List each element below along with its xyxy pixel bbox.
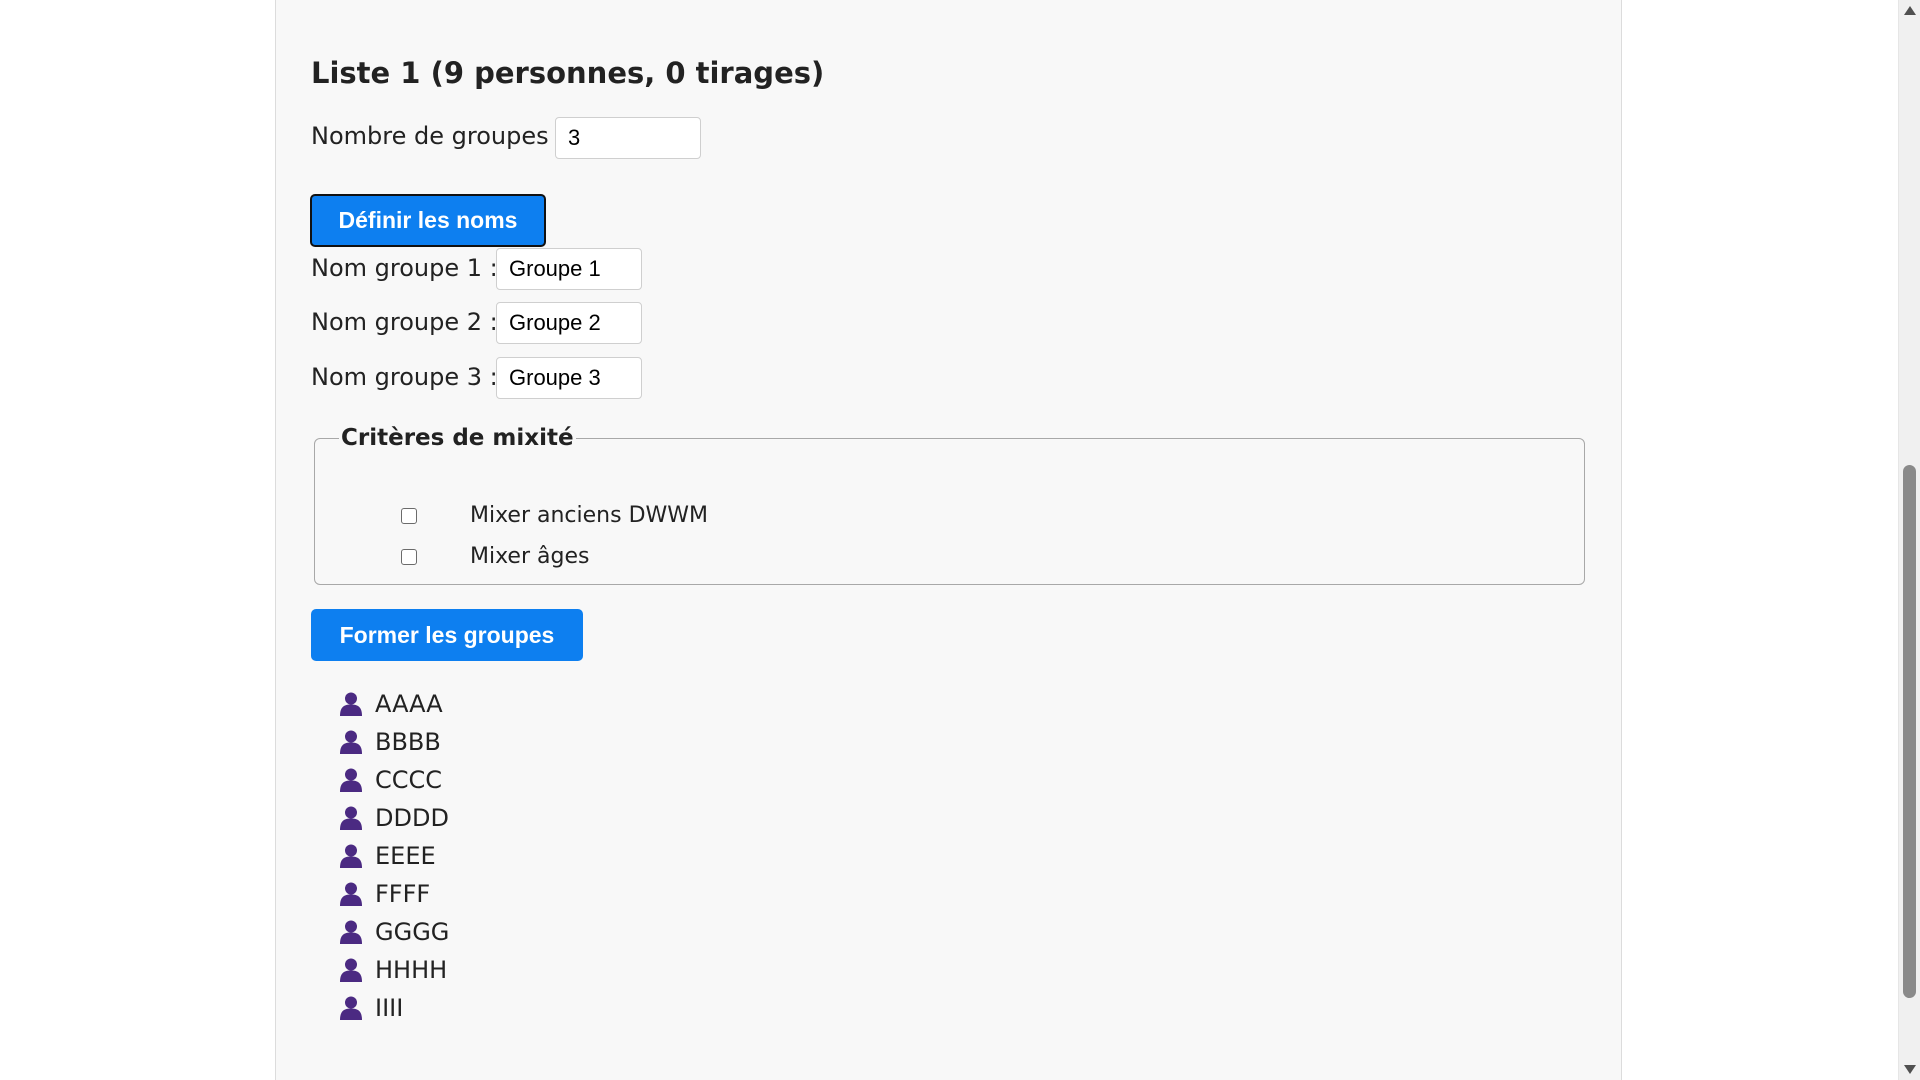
- list-item: GGGG: [339, 913, 449, 951]
- person-icon: [340, 996, 362, 1020]
- person-name: EEEE: [375, 842, 436, 870]
- define-names-button[interactable]: Définir les noms: [310, 194, 546, 247]
- list-title: Liste 1 (9 personnes, 0 tirages): [311, 56, 825, 90]
- person-icon: [340, 882, 362, 906]
- person-icon: [340, 768, 362, 792]
- group-name-input-3[interactable]: [496, 357, 642, 399]
- mix-option-ages[interactable]: Mixer âges: [401, 544, 589, 569]
- list-item: IIII: [339, 989, 449, 1027]
- browser-viewport: Liste 1 (9 personnes, 0 tirages) Nombre …: [0, 0, 1920, 1080]
- form-groups-button[interactable]: Former les groupes: [311, 609, 583, 661]
- person-icon: [340, 730, 362, 754]
- group-name-label-1: Nom groupe 1 :: [311, 254, 498, 282]
- list-item: AAAA: [339, 685, 449, 723]
- mix-criteria-legend: Critères de mixité: [341, 425, 574, 451]
- group-name-label-2: Nom groupe 2 :: [311, 308, 498, 336]
- groups-count-label: Nombre de groupes :: [311, 122, 565, 150]
- list-item: FFFF: [339, 875, 449, 913]
- scrollbar-thumb[interactable]: [1903, 465, 1916, 998]
- groups-count-input[interactable]: [555, 117, 701, 159]
- person-name: AAAA: [375, 690, 443, 718]
- person-icon: [340, 806, 362, 830]
- person-name: FFFF: [375, 880, 431, 908]
- mix-dwwm-checkbox[interactable]: [401, 507, 417, 524]
- person-icon: [340, 692, 362, 716]
- person-name: BBBB: [375, 728, 441, 756]
- mix-ages-checkbox[interactable]: [401, 548, 417, 565]
- vertical-scrollbar[interactable]: [1898, 0, 1920, 1080]
- list-item: EEEE: [339, 837, 449, 875]
- mix-ages-label[interactable]: Mixer âges: [470, 544, 589, 569]
- group-name-label-3: Nom groupe 3 :: [311, 363, 498, 391]
- person-icon: [340, 844, 362, 868]
- person-name: IIII: [375, 994, 404, 1022]
- mix-criteria-fieldset: Critères de mixité Mixer anciens DWWM Mi…: [314, 425, 1585, 585]
- mix-option-dwwm[interactable]: Mixer anciens DWWM: [401, 503, 708, 528]
- group-name-input-1[interactable]: [496, 248, 642, 290]
- page-content: Liste 1 (9 personnes, 0 tirages) Nombre …: [0, 0, 1898, 1080]
- person-name: GGGG: [375, 918, 450, 946]
- list-item: DDDD: [339, 799, 449, 837]
- person-name: DDDD: [375, 804, 449, 832]
- list-item: CCCC: [339, 761, 449, 799]
- person-icon: [340, 920, 362, 944]
- group-name-input-2[interactable]: [496, 302, 642, 344]
- people-list: AAAA BBBB CCCC DDDD EEEE FFFF GGGG HHHH …: [339, 685, 449, 1027]
- mix-dwwm-label[interactable]: Mixer anciens DWWM: [470, 503, 708, 528]
- person-name: CCCC: [375, 766, 443, 794]
- person-name: HHHH: [375, 956, 448, 984]
- list-item: BBBB: [339, 723, 449, 761]
- scroll-down-arrow-icon[interactable]: [1904, 1065, 1916, 1074]
- scroll-up-arrow-icon[interactable]: [1904, 6, 1916, 15]
- list-item: HHHH: [339, 951, 449, 989]
- person-icon: [340, 958, 362, 982]
